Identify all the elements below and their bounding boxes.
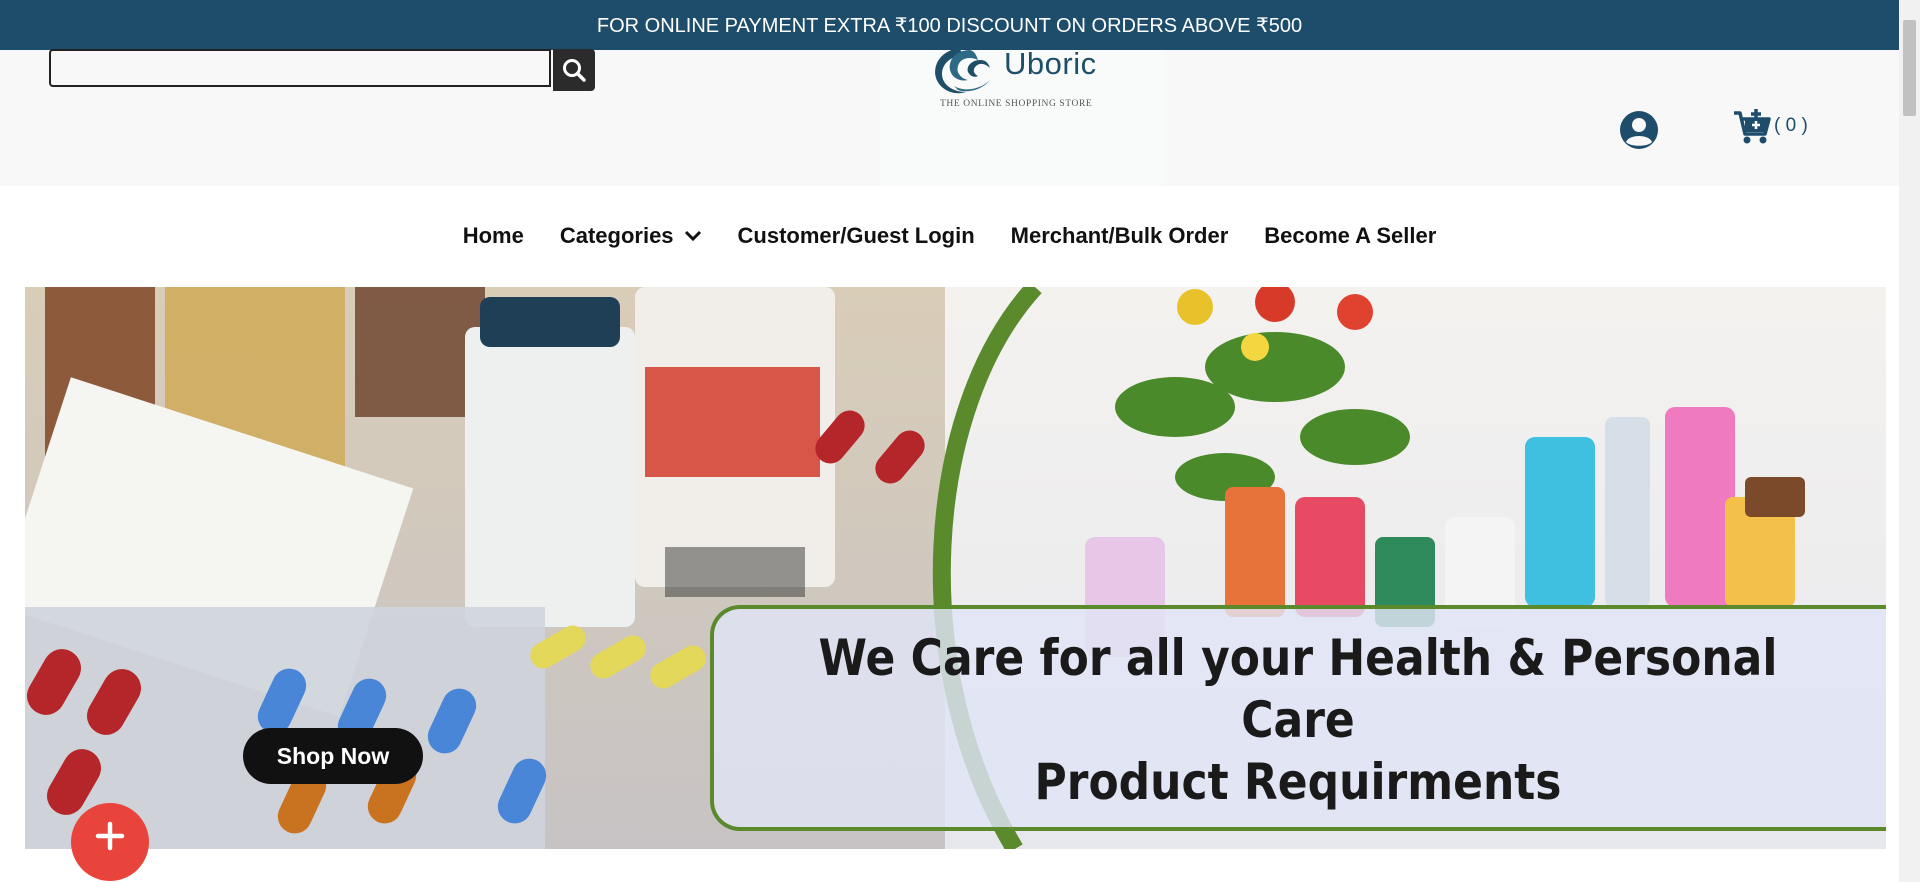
scrollbar-thumb[interactable] (1903, 20, 1916, 116)
chevron-down-icon (684, 230, 701, 242)
nav-home-label: Home (462, 223, 524, 248)
floating-add-button[interactable] (71, 803, 149, 881)
hero-headline-line1: We Care for all your Health & Personal C… (818, 629, 1778, 749)
nav-categories[interactable]: Categories (542, 223, 720, 249)
nav-home[interactable]: Home (445, 223, 542, 249)
hero-headline-line2: Product Requirments (1034, 753, 1562, 811)
logo-brand: Uboric (1004, 46, 1097, 81)
main-nav: Home Categories Customer/Guest Login Mer… (0, 186, 1899, 286)
plus-icon (95, 821, 125, 851)
logo-tagline: THE ONLINE SHOPPING STORE (940, 99, 1093, 109)
nav-merchant-order[interactable]: Merchant/Bulk Order (993, 223, 1247, 249)
nav-become-seller[interactable]: Become A Seller (1246, 223, 1454, 249)
announcement-text: FOR ONLINE PAYMENT EXTRA ₹100 DISCOUNT O… (596, 14, 1303, 37)
nav-categories-label: Categories (559, 223, 674, 248)
cart-button[interactable] (1732, 108, 1772, 146)
search-button[interactable] (553, 49, 595, 91)
shop-now-button[interactable]: Shop Now (243, 728, 423, 784)
search-icon (563, 59, 586, 82)
user-icon (1620, 111, 1658, 149)
cart-icon (1734, 109, 1771, 144)
hero-headline: We Care for all your Health & Personal C… (781, 627, 1816, 813)
nav-become-seller-label: Become A Seller (1264, 223, 1437, 248)
cart-count: ( 0 ) (1774, 115, 1808, 136)
nav-merchant-order-label: Merchant/Bulk Order (1010, 223, 1229, 248)
nav-customer-login-label: Customer/Guest Login (737, 223, 975, 248)
site-logo[interactable]: Uboric THE ONLINE SHOPPING STORE (930, 42, 1130, 122)
nav-customer-login[interactable]: Customer/Guest Login (720, 223, 993, 249)
hero-banner[interactable]: We Care for all your Health & Personal C… (25, 287, 1886, 849)
search-input[interactable] (49, 49, 551, 87)
page-scrollbar[interactable] (1899, 0, 1920, 882)
wave-logo-icon (935, 48, 990, 94)
account-button[interactable] (1619, 110, 1659, 150)
